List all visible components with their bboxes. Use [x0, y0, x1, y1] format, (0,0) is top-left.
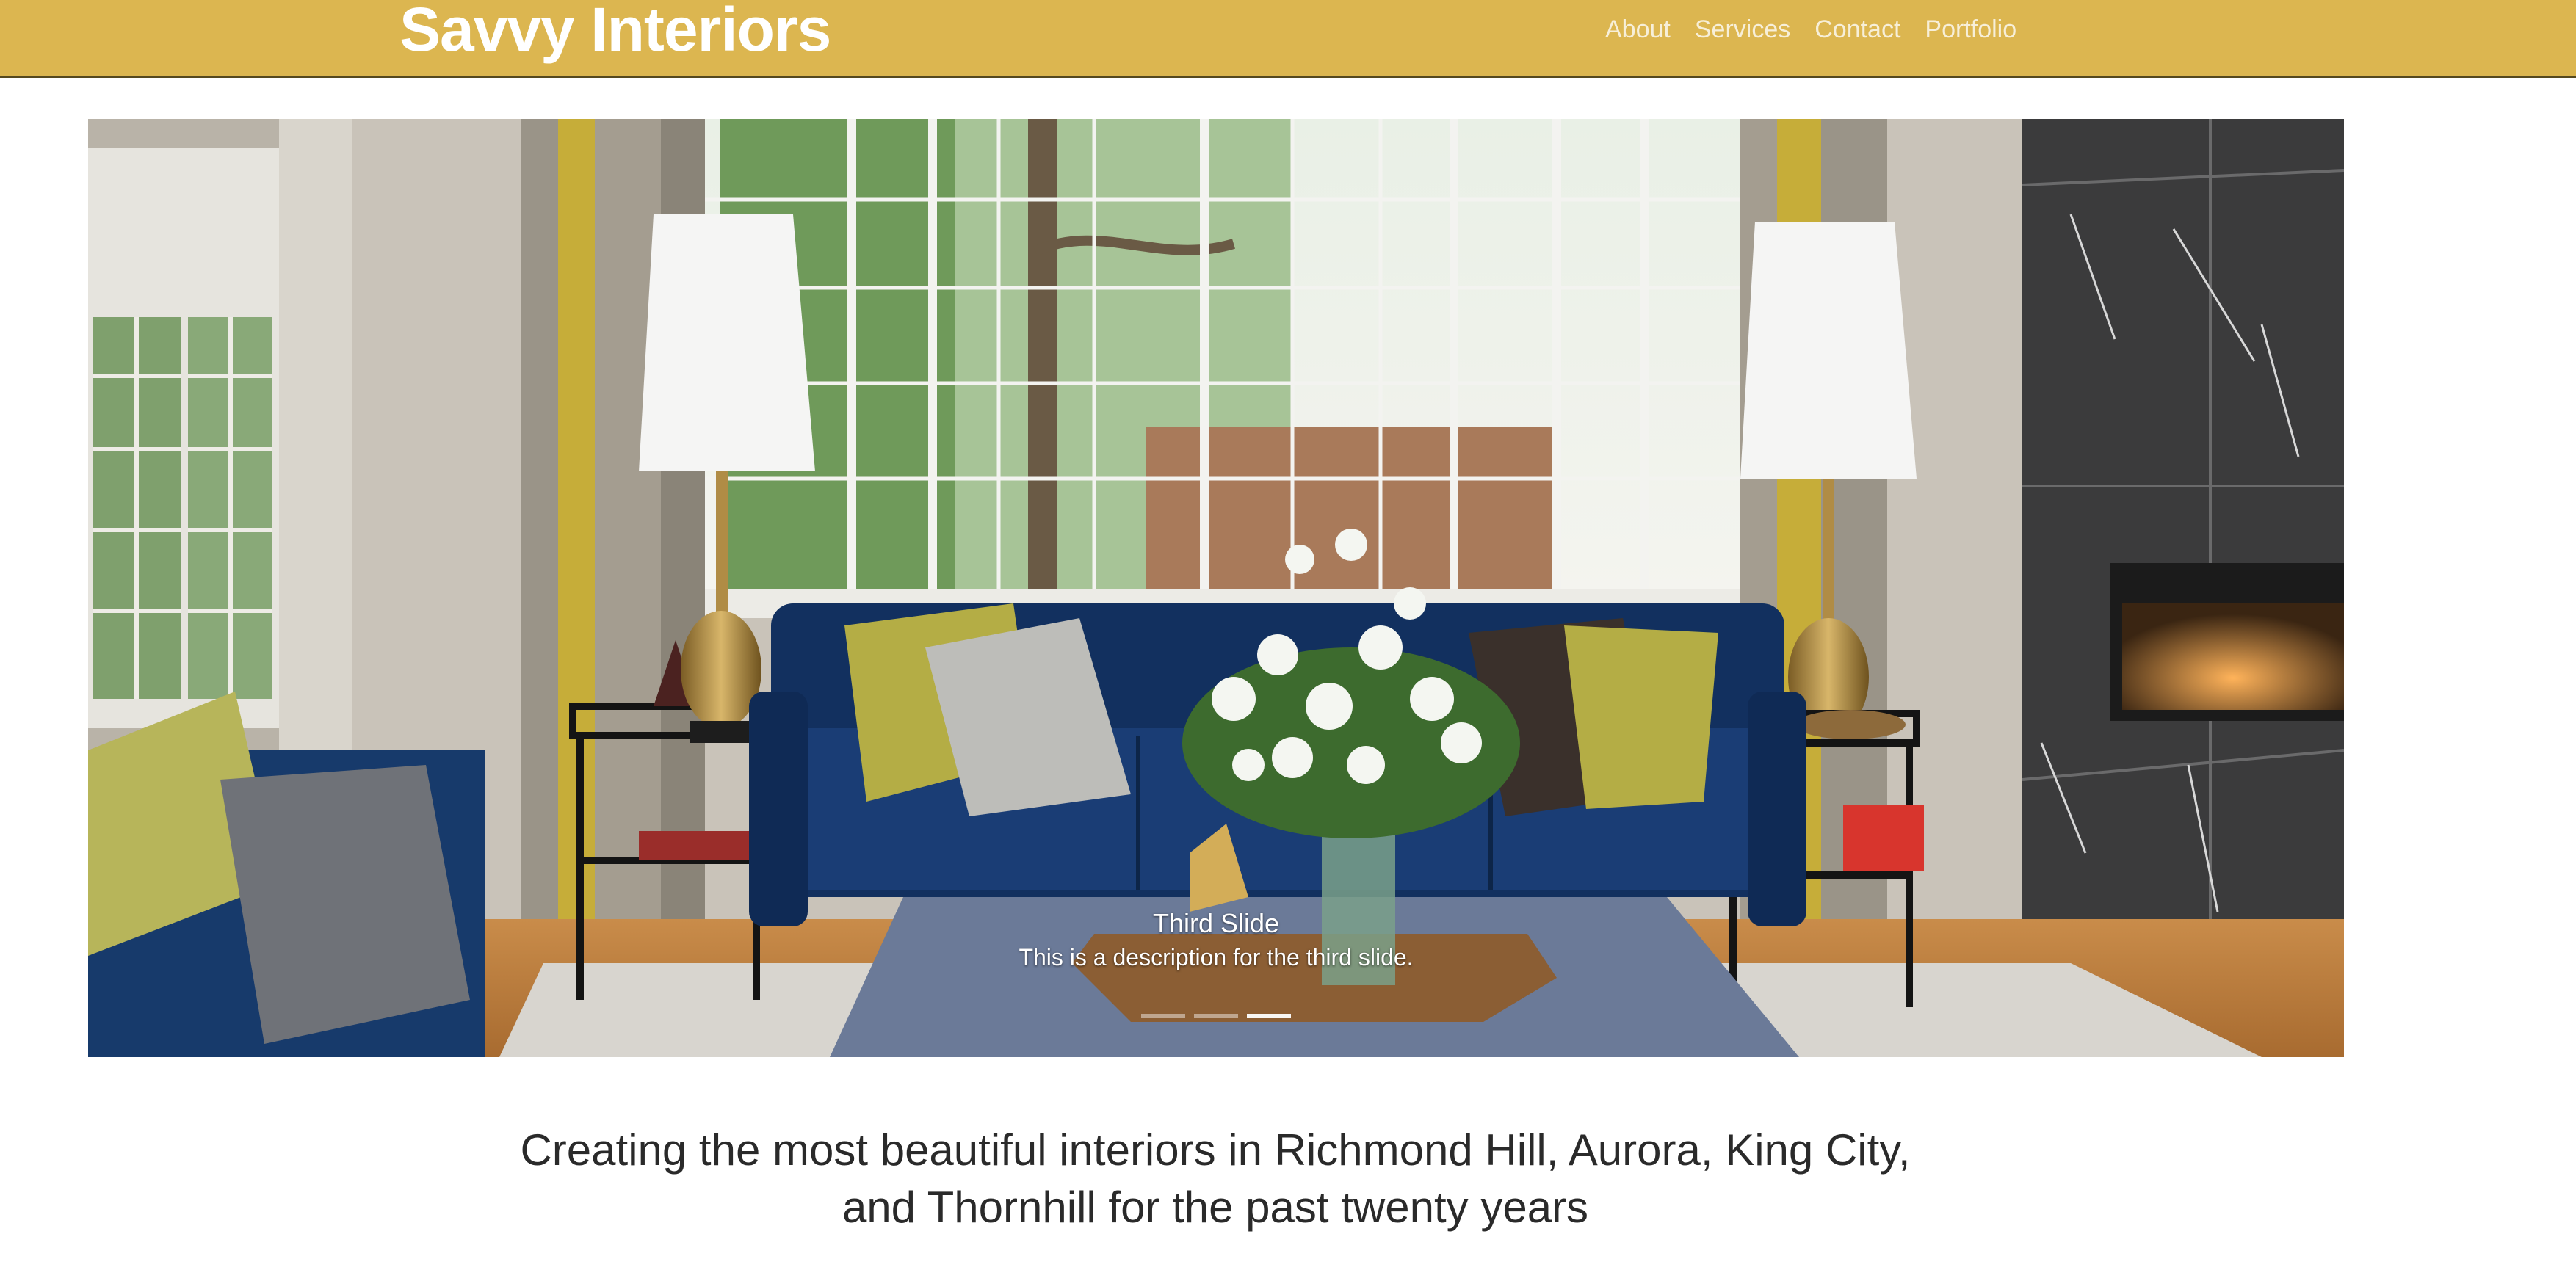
hero-carousel[interactable]: Third Slide This is a description for th… — [88, 119, 2344, 1057]
carousel-indicator-3-active[interactable] — [1247, 1014, 1291, 1018]
carousel-indicators — [1141, 1014, 1300, 1018]
nav-link-about[interactable]: About — [1605, 15, 1671, 44]
slide-title: Third Slide — [1152, 908, 1280, 938]
carousel-indicator-1[interactable] — [1141, 1014, 1185, 1018]
nav-link-services[interactable]: Services — [1695, 15, 1790, 44]
navbar: Savvy Interiors About Services Contact P… — [0, 0, 2576, 78]
carousel-indicator-2[interactable] — [1194, 1014, 1238, 1018]
tagline-heading: Creating the most beautiful interiors in… — [520, 1125, 1911, 1232]
brand-logo-link[interactable]: Savvy Interiors — [399, 0, 831, 60]
slide-description: This is a description for the third slid… — [1019, 944, 1414, 970]
nav-link-portfolio[interactable]: Portfolio — [1925, 15, 2016, 44]
nav-links: About Services Contact Portfolio — [1605, 0, 2041, 59]
nav-link-contact[interactable]: Contact — [1815, 15, 1900, 44]
